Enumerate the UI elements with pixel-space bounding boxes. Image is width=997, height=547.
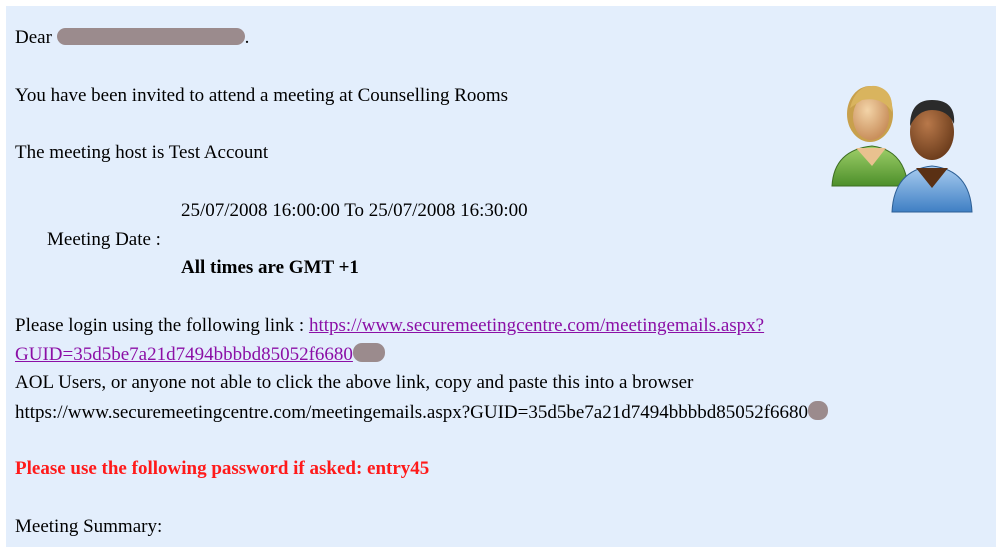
plain-url-line: https://www.securemeetingcentre.com/meet… xyxy=(15,401,829,424)
redacted-url-suffix xyxy=(808,401,829,420)
login-link-line2: GUID=35d5be7a21d7494bbbbd85052f6680 xyxy=(15,343,385,366)
login-link-part1[interactable]: https://www.securemeetingcentre.com/meet… xyxy=(309,315,764,336)
login-prompt-line: Please login using the following link : … xyxy=(15,315,764,337)
invite-line: You have been invited to attend a meetin… xyxy=(15,85,509,106)
summary-label: Meeting Summary: xyxy=(15,516,163,537)
meeting-date-value: 25/07/2008 16:00:00 To 25/07/2008 16:30:… xyxy=(181,200,528,221)
host-line: The meeting host is Test Account xyxy=(15,142,269,163)
aol-note: AOL Users, or anyone not able to click t… xyxy=(15,372,694,393)
timezone-note: All times are GMT +1 xyxy=(181,257,359,278)
redacted-guid-suffix xyxy=(352,343,385,362)
greeting-line: Dear . xyxy=(15,27,249,49)
greeting-text: Dear xyxy=(15,27,52,48)
greeting-end: . xyxy=(244,27,250,48)
plain-url: https://www.securemeetingcentre.com/meet… xyxy=(15,402,809,423)
people-icon xyxy=(831,85,973,213)
email-body: Dear . You have been invited to attend a… xyxy=(6,6,996,547)
redacted-recipient-name xyxy=(56,28,245,45)
meeting-date-label: Meeting Date : xyxy=(47,229,161,250)
password-line: Please use the following password if ask… xyxy=(15,458,430,479)
login-link-part2[interactable]: GUID=35d5be7a21d7494bbbbd85052f6680 xyxy=(15,344,353,365)
login-prompt: Please login using the following link : xyxy=(15,315,305,336)
